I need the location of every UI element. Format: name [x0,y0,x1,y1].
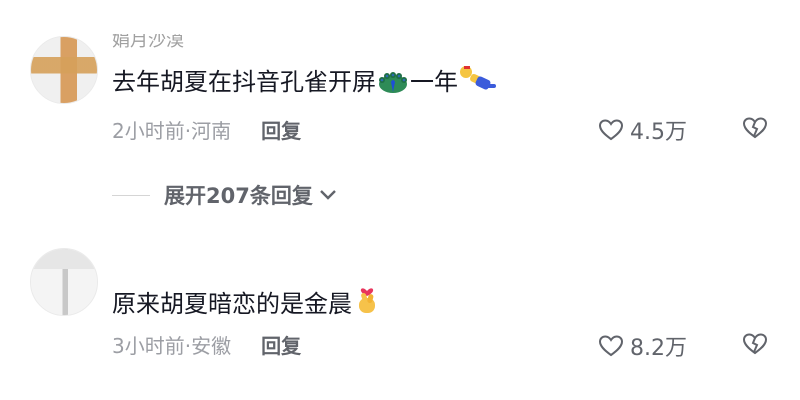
broken-heart-icon [742,333,768,355]
comment-meta: 3小时前·安徽 回复 [112,330,301,359]
comment-text-part: 去年胡夏在抖音孔雀开屏 [112,68,376,96]
like-count: 8.2万 [630,336,687,361]
dislike-button[interactable] [742,116,768,144]
expand-replies-button[interactable]: 展开207条回复 [112,180,337,210]
peacock-icon [376,68,410,102]
like-count: 4.5万 [630,120,687,145]
heart-icon [598,335,624,357]
username[interactable]: 娟月沙漠 [112,34,184,48]
comment-meta: 2小时前·河南 回复 [112,115,301,144]
divider [112,194,150,196]
comment-text: 去年胡夏在抖音孔雀开屏 一年 [112,64,498,102]
comment-item: 原来胡夏暗恋的是金晨 3小时前·安徽 回复 8.2万 [0,238,800,368]
falling-person-icon [458,64,498,102]
chevron-down-icon [319,190,336,200]
avatar[interactable] [30,36,98,104]
broken-heart-icon [742,117,768,139]
comment-item: 娟月沙漠 去年胡夏在抖音孔雀开屏 一年 2小时前·河南 回复 4.5万 展开20… [0,0,800,208]
expand-replies-label: 展开207条回复 [164,184,313,208]
dislike-button[interactable] [742,332,768,360]
like-button[interactable]: 4.5万 [598,114,687,146]
reply-button[interactable]: 回复 [261,334,301,358]
reply-button[interactable]: 回复 [261,119,301,143]
heart-icon [598,119,624,141]
avatar[interactable] [30,248,98,316]
time-location: 3小时前·安徽 [112,334,232,358]
comment-text-part: 一年 [410,68,458,96]
comment-text: 原来胡夏暗恋的是金晨 [112,282,382,324]
finger-heart-icon [352,282,382,324]
time-location: 2小时前·河南 [112,119,232,143]
like-button[interactable]: 8.2万 [598,330,687,362]
comment-text-part: 原来胡夏暗恋的是金晨 [112,290,352,318]
